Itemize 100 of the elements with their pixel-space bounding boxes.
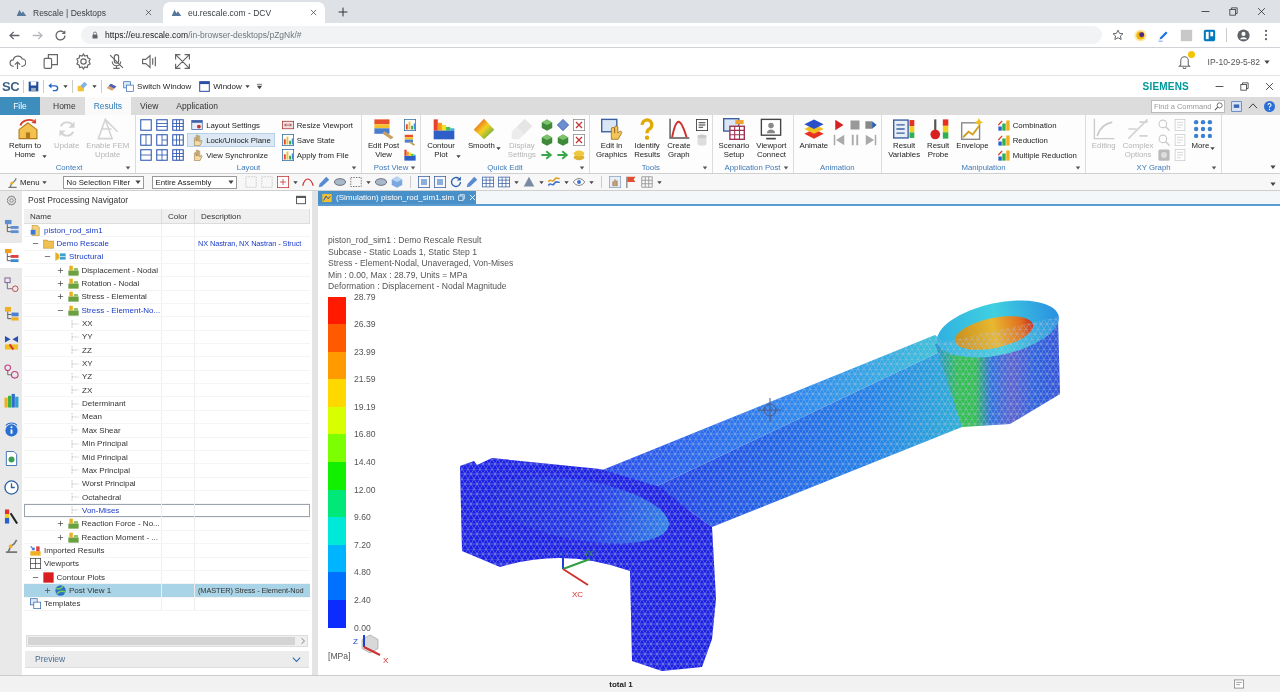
layout-icon[interactable]: [172, 149, 185, 161]
tree-row[interactable]: Mid Principal: [24, 450, 310, 465]
collapse-icon[interactable]: [31, 240, 39, 247]
tree-row[interactable]: Structural: [24, 250, 310, 265]
layout-icon[interactable]: [156, 149, 169, 161]
maximize-icon[interactable]: [296, 195, 306, 205]
speaker-icon[interactable]: [141, 53, 158, 70]
color-plot-icon[interactable]: [404, 134, 417, 146]
tree-row[interactable]: YY: [24, 330, 310, 345]
stop-icon[interactable]: [849, 119, 862, 131]
tree-row[interactable]: Rotation - Nodal: [24, 277, 310, 291]
solid-cube-icon[interactable]: [390, 176, 403, 188]
caret-icon[interactable]: [365, 179, 371, 185]
tree-row[interactable]: Mean: [24, 410, 310, 425]
tree-row[interactable]: Viewports: [24, 557, 310, 571]
tree-row[interactable]: Von-Mises: [24, 504, 310, 518]
eraser-icon[interactable]: [106, 81, 118, 92]
undo-icon[interactable]: [48, 81, 60, 92]
chart-window-icon[interactable]: [404, 119, 417, 131]
column-header[interactable]: Name: [24, 209, 162, 223]
pencil-icon[interactable]: [317, 176, 330, 188]
cube-icon[interactable]: [540, 134, 553, 146]
tree-row[interactable]: Imported Results: [24, 544, 310, 558]
ribbon-tab[interactable]: Results: [84, 97, 132, 115]
dialog-launcher-icon[interactable]: [1211, 164, 1218, 171]
fit-view-icon[interactable]: [433, 176, 446, 188]
moon-icon[interactable]: [1134, 28, 1147, 42]
caret-icon[interactable]: [588, 179, 594, 185]
caret-icon[interactable]: [538, 179, 544, 185]
host-menu[interactable]: IP-10-29-5-82: [1205, 54, 1272, 69]
arrow-icon[interactable]: [556, 149, 569, 161]
quick-access-button[interactable]: Switch Window: [121, 80, 194, 93]
expand-icon[interactable]: [56, 520, 64, 528]
arrow-icon[interactable]: [540, 149, 553, 161]
disc-icon[interactable]: [374, 176, 387, 188]
expand-icon[interactable]: [56, 280, 64, 288]
board-icon[interactable]: [1203, 28, 1216, 42]
caret-icon[interactable]: [92, 84, 98, 89]
bell-icon[interactable]: [1176, 54, 1192, 69]
reload-icon[interactable]: [54, 28, 67, 42]
eye-icon[interactable]: [572, 176, 585, 188]
ribbon-tab[interactable]: Home: [44, 97, 85, 115]
hand-select-icon[interactable]: [608, 176, 621, 188]
shaded-shape-icon[interactable]: [522, 176, 535, 188]
close-icon[interactable]: [145, 9, 152, 16]
settings-icon[interactable]: [75, 53, 92, 70]
star-icon[interactable]: [1112, 29, 1124, 41]
layout-icon[interactable]: [172, 134, 185, 146]
dialog-launcher-icon[interactable]: [125, 164, 132, 171]
plus-icon[interactable]: [338, 6, 348, 17]
tree-row[interactable]: Stress - Elemental: [24, 290, 310, 305]
caret-icon[interactable]: [513, 179, 519, 185]
dialog-launcher-icon[interactable]: [578, 164, 585, 171]
tree-row[interactable]: Displacement - Nodal: [24, 264, 310, 278]
pencil-icon[interactable]: [465, 176, 478, 188]
color-wave-icon[interactable]: [547, 176, 560, 188]
diamond-icon[interactable]: [556, 119, 569, 131]
text-box-icon[interactable]: [695, 119, 708, 131]
save-icon[interactable]: [28, 81, 40, 92]
tree-row[interactable]: YZ: [24, 370, 310, 385]
dialog-launcher-icon[interactable]: [410, 164, 417, 171]
caret-icon[interactable]: [1270, 164, 1276, 170]
flag-icon[interactable]: [624, 176, 637, 188]
tree-row[interactable]: Reaction Moment - ...: [24, 530, 310, 545]
close-icon[interactable]: [1257, 7, 1266, 16]
cross-chart-icon[interactable]: [572, 134, 585, 146]
tree-row[interactable]: ZZ: [24, 344, 310, 358]
restore-icon[interactable]: [1229, 7, 1238, 16]
layout-icon[interactable]: [140, 119, 153, 131]
panel-icon[interactable]: [1231, 100, 1242, 112]
layout-icon[interactable]: [156, 134, 169, 146]
tree-row[interactable]: Stress - Element-No...: [24, 304, 310, 318]
address-field[interactable]: https://eu.rescale.com/in-browser-desktops/pZgNk/#: [81, 26, 1102, 44]
tree-row[interactable]: Octahedral: [24, 490, 310, 505]
caret-icon[interactable]: [63, 84, 69, 89]
dialog-launcher-icon[interactable]: [782, 164, 789, 171]
curve-icon[interactable]: [301, 176, 314, 188]
cube-icon[interactable]: [556, 134, 569, 146]
tree-row[interactable]: XX: [24, 317, 310, 331]
tree-row[interactable]: Max Shear: [24, 424, 310, 438]
tree-row[interactable]: piston_rod_sim1: [24, 224, 310, 238]
column-header[interactable]: Color: [162, 209, 195, 223]
layout-icon[interactable]: [172, 119, 185, 131]
horizontal-scrollbar[interactable]: [26, 635, 308, 647]
browser-tab[interactable]: Rescale | Desktops: [8, 2, 160, 23]
skip-back-icon[interactable]: [833, 134, 846, 146]
expand-icon[interactable]: [44, 586, 51, 594]
step-icon[interactable]: [865, 119, 878, 131]
layout-icon[interactable]: [156, 119, 169, 131]
contour-bars-icon[interactable]: [404, 149, 417, 161]
tree-row[interactable]: Min Principal: [24, 437, 310, 451]
expand-icon[interactable]: [56, 533, 64, 541]
tree-row[interactable]: Reaction Force - No...: [24, 517, 310, 531]
preview-panel-header[interactable]: Preview: [25, 651, 309, 668]
help-icon[interactable]: [1264, 100, 1275, 112]
fit-view-icon[interactable]: [417, 176, 430, 188]
expand-icon[interactable]: [56, 266, 64, 274]
rotate-icon[interactable]: [449, 176, 462, 188]
caret-icon[interactable]: [656, 179, 662, 185]
ribbon-tab[interactable]: File: [0, 97, 40, 115]
